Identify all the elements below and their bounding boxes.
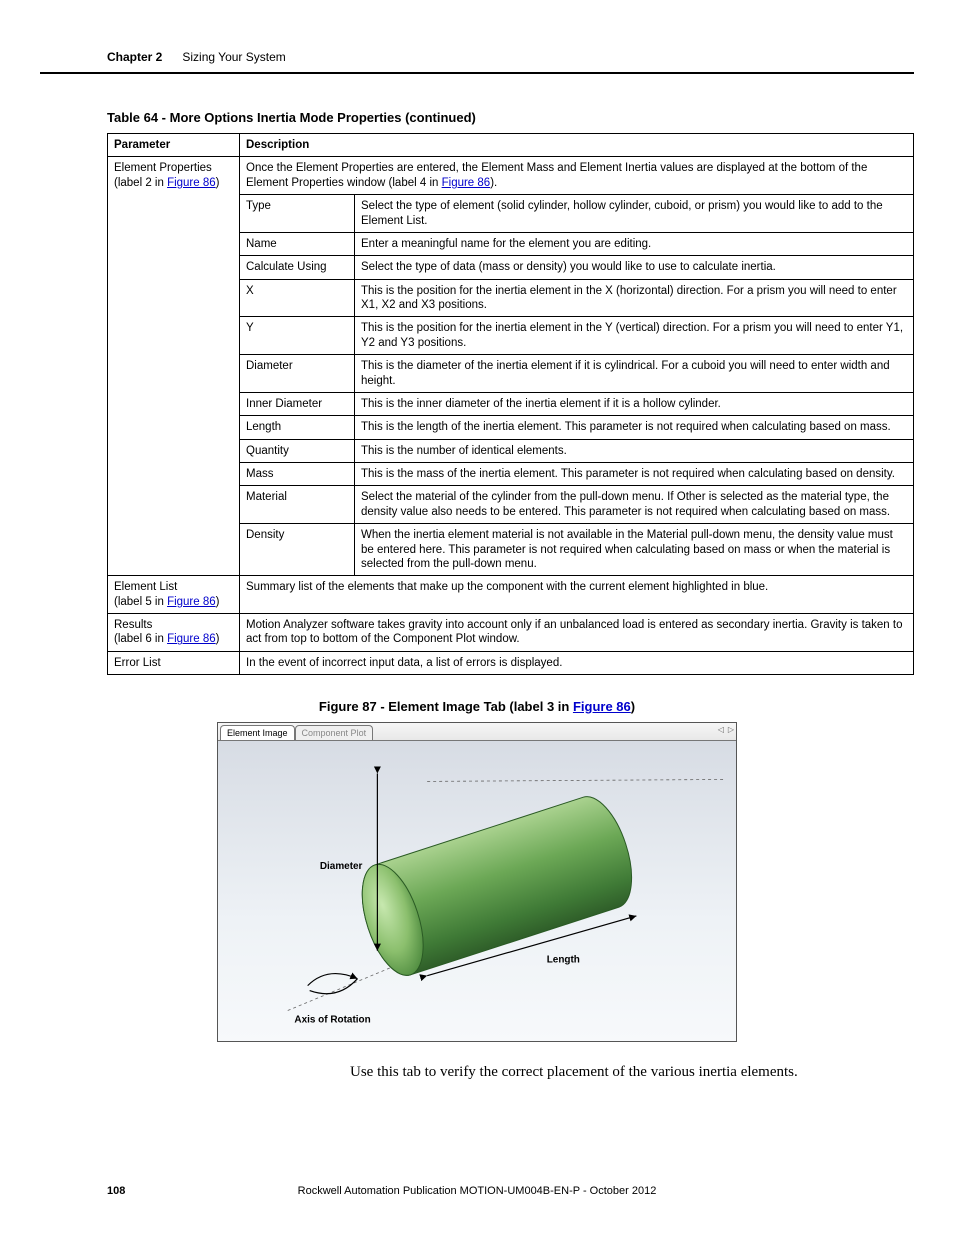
figure-87: Element Image Component Plot ◁ ▷ <box>217 722 737 1042</box>
page-footer: 108 Rockwell Automation Publication MOTI… <box>0 1185 954 1197</box>
tab-nav-next-icon[interactable]: ▷ <box>728 725 734 734</box>
figure-tab-strip: Element Image Component Plot ◁ ▷ <box>218 723 736 741</box>
elem-props-intro: Once the Element Properties are entered,… <box>240 157 914 195</box>
desc-element-list: Summary list of the elements that make u… <box>240 576 914 614</box>
subparam-material: Material <box>240 486 355 524</box>
th-description: Description <box>240 134 914 157</box>
subparam-y: Y <box>240 317 355 355</box>
desc-y: This is the position for the inertia ele… <box>355 317 914 355</box>
page-header: Chapter 2 Sizing Your System <box>40 50 914 74</box>
desc-mass: This is the mass of the inertia element.… <box>355 463 914 486</box>
label-diameter: Diameter <box>320 861 363 872</box>
desc-error-list: In the event of incorrect input data, a … <box>240 651 914 674</box>
publication-info: Rockwell Automation Publication MOTION-U… <box>0 1185 954 1197</box>
desc-density: When the inertia element material is not… <box>355 524 914 576</box>
subparam-density: Density <box>240 524 355 576</box>
desc-results: Motion Analyzer software takes gravity i… <box>240 614 914 652</box>
subparam-length: Length <box>240 416 355 439</box>
tab-nav-prev-icon[interactable]: ◁ <box>718 725 724 734</box>
desc-length: This is the length of the inertia elemen… <box>355 416 914 439</box>
param-results: Results(label 6 in Figure 86) <box>108 614 240 652</box>
tab-component-plot[interactable]: Component Plot <box>295 725 374 740</box>
desc-calculate-using: Select the type of data (mass or density… <box>355 256 914 279</box>
param-error-list: Error List <box>108 651 240 674</box>
desc-name: Enter a meaningful name for the element … <box>355 232 914 255</box>
desc-x: This is the position for the inertia ele… <box>355 279 914 317</box>
figure-86-link[interactable]: Figure 86 <box>167 633 216 645</box>
label-length: Length <box>547 955 580 966</box>
chapter-title: Sizing Your System <box>182 50 285 64</box>
desc-diameter: This is the diameter of the inertia elem… <box>355 355 914 393</box>
subparam-calculate-using: Calculate Using <box>240 256 355 279</box>
desc-type: Select the type of element (solid cylind… <box>355 195 914 233</box>
figure-86-link[interactable]: Figure 86 <box>573 699 631 714</box>
figure-86-link[interactable]: Figure 86 <box>442 177 491 189</box>
chapter-label: Chapter 2 <box>107 50 162 64</box>
desc-quantity: This is the number of identical elements… <box>355 439 914 462</box>
properties-table: Parameter Description Element Properties… <box>107 133 914 675</box>
param-element-list: Element List(label 5 in Figure 86) <box>108 576 240 614</box>
label-axis-of-rotation: Axis of Rotation <box>294 1015 370 1026</box>
desc-inner-diameter: This is the inner diameter of the inerti… <box>355 392 914 415</box>
subparam-mass: Mass <box>240 463 355 486</box>
tab-element-image[interactable]: Element Image <box>220 725 295 740</box>
subparam-name: Name <box>240 232 355 255</box>
param-element-properties: Element Properties(label 2 in Figure 86) <box>108 157 240 576</box>
th-parameter: Parameter <box>108 134 240 157</box>
figure-canvas: Diameter Length Axis of Rotation <box>218 741 736 1041</box>
figure-86-link[interactable]: Figure 86 <box>167 596 216 608</box>
figure-86-link[interactable]: Figure 86 <box>167 177 216 189</box>
figure-caption: Figure 87 - Element Image Tab (label 3 i… <box>40 699 914 714</box>
figure-body-text: Use this tab to verify the correct place… <box>350 1064 890 1081</box>
table-caption: Table 64 - More Options Inertia Mode Pro… <box>40 110 914 125</box>
page-number: 108 <box>107 1185 125 1197</box>
subparam-x: X <box>240 279 355 317</box>
subparam-type: Type <box>240 195 355 233</box>
subparam-diameter: Diameter <box>240 355 355 393</box>
subparam-quantity: Quantity <box>240 439 355 462</box>
desc-material: Select the material of the cylinder from… <box>355 486 914 524</box>
subparam-inner-diameter: Inner Diameter <box>240 392 355 415</box>
